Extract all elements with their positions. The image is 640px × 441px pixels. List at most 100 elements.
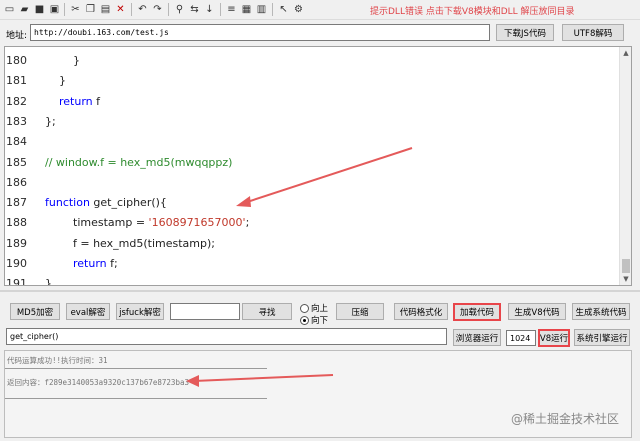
save-all-icon[interactable]: ▣ [47,2,62,17]
undo-icon[interactable]: ↶ [135,2,150,17]
code-line[interactable]: 181} [5,71,615,91]
eval-decrypt-button[interactable]: eval解密 [66,303,110,320]
code-text: } [73,51,80,71]
dll-hint-text[interactable]: 提示DLL错误 点击下载V8模块和DLL 解压放同目录 [370,4,575,17]
code-text: // window.f = hex_md5(mwqqppz) [45,153,232,173]
open-folder-icon[interactable]: ▰ [17,2,32,17]
number-input[interactable]: 1024 [506,330,536,346]
find-replace-icon[interactable]: ⇆ [187,2,202,17]
paste-icon[interactable]: ▤ [98,2,113,17]
code-text: f = hex_md5(timestamp); [73,234,215,254]
scroll-down-icon[interactable]: ▼ [620,273,631,285]
settings-icon[interactable]: ⚙ [291,2,306,17]
toolbar: ▭ ▰ ■ ▣ ✂ ❐ ▤ ✕ ↶ ↷ ⚲ ⇆ ↓ ≡ ▦ ▥ ↖ ⚙ 提示DL… [0,0,640,20]
line-number: 187 [6,196,27,210]
goto-icon[interactable]: ↓ [202,2,217,17]
browser-run-button[interactable]: 浏览器运行 [453,329,501,346]
code-line[interactable]: 190 return f; [5,254,615,274]
generate-system-code-button[interactable]: 生成系统代码 [572,303,630,320]
generate-v8-code-button[interactable]: 生成V8代码 [508,303,566,320]
help-cursor-icon[interactable]: ↖ [276,2,291,17]
code-text: function get_cipher(){ [45,193,167,213]
jsfuck-decrypt-button[interactable]: jsfuck解密 [116,303,164,320]
copy-icon[interactable]: ❐ [83,2,98,17]
find-button[interactable]: 寻找 [242,303,292,320]
splitter[interactable] [0,290,640,292]
format-code-button[interactable]: 代码格式化 [394,303,448,320]
code-string: '1608971657000' [148,216,246,230]
code-line[interactable]: 182 return f [5,92,615,112]
vertical-scrollbar[interactable]: ▲ ▼ [619,47,631,285]
address-input[interactable]: http://doubi.163.com/test.js [30,24,490,41]
code-keyword: function [45,196,90,210]
code-line[interactable]: 186 [5,173,615,193]
download-js-button[interactable]: 下载JS代码 [496,24,554,41]
redo-icon[interactable]: ↷ [150,2,165,17]
code-line[interactable]: 183}; [5,112,615,132]
code-token: get_cipher(){ [89,196,167,210]
line-number: 185 [6,155,27,169]
line-number: 182 [6,94,27,108]
function-call-input[interactable]: get_cipher() [6,328,447,345]
utf8-decode-button[interactable]: UTF8解码 [562,24,624,41]
search-input[interactable] [170,303,240,320]
scroll-up-icon[interactable]: ▲ [620,47,631,59]
output-result-value: f289e3140053a9320c137b67e8723ba3 [44,378,190,387]
v8-run-button[interactable]: V8运行 [538,329,570,347]
line-number: 186 [6,175,27,189]
radio-up[interactable]: 向上 [300,302,328,314]
code-line[interactable]: 180} [5,51,615,71]
line-number: 181 [6,74,27,88]
toolbar-separator [168,3,169,16]
code-line[interactable]: 187 function get_cipher(){ [5,193,615,213]
output-result-line: 返回内容：f289e3140053a9320c137b67e8723ba3 [7,377,189,388]
toolbar-separator [64,3,65,16]
line-number: 188 [6,216,27,230]
code-token: timestamp = [73,216,149,230]
radio-down-label: 向下 [311,316,329,326]
code-text: return f; [73,254,118,274]
line-number: 183 [6,114,27,128]
code-text: }; [45,112,56,132]
code-line[interactable]: 185 // window.f = hex_md5(mwqqppz) [5,153,615,173]
output-divider [5,368,267,369]
watermark: @稀土掘金技术社区 [510,412,619,426]
code-token: } [45,277,52,286]
find-icon[interactable]: ⚲ [172,2,187,17]
radio-up-label: 向上 [311,304,329,314]
save-icon[interactable]: ■ [32,2,47,17]
delete-icon[interactable]: ✕ [113,2,128,17]
toolbar-separator [131,3,132,16]
line-number: 180 [6,54,27,67]
code-keyword: return [73,257,107,270]
code-comment: // window.f = hex_md5(mwqqppz) [45,155,233,169]
code-text: timestamp = '1608971657000'; [73,213,249,233]
code-editor[interactable]: 180} 181} 182 return f 183}; 184 185// window.… [4,46,632,286]
compress-button[interactable]: 压缩 [336,303,384,320]
code-line[interactable]: 191} [5,274,615,286]
system-engine-run-button[interactable]: 系统引擎运行 [574,329,630,346]
tools-icon[interactable]: ▥ [254,2,269,17]
radio-down[interactable]: 向下 [300,314,328,326]
scrollbar-thumb[interactable] [622,259,630,273]
code-text: return f [59,92,100,112]
align-icon[interactable]: ≡ [224,2,239,17]
output-panel[interactable]: 代码运算成功!!执行时间：31 返回内容：f289e3140053a9320c1… [4,350,632,438]
code-text: } [45,274,52,286]
code-token: } [73,54,80,67]
code-token: f = hex_md5(timestamp); [73,236,215,250]
code-line[interactable]: 184 [5,132,615,152]
line-number: 189 [6,236,27,250]
radio-up-circle[interactable] [300,303,309,313]
new-file-icon[interactable]: ▭ [2,2,17,17]
cut-icon[interactable]: ✂ [68,2,83,17]
load-code-button[interactable]: 加载代码 [453,303,501,321]
code-line[interactable]: 189 f = hex_md5(timestamp); [5,234,615,254]
address-label: 地址: [6,31,28,41]
toolbar-separator [220,3,221,16]
code-token: f; [106,257,118,270]
code-line[interactable]: 188 timestamp = '1608971657000'; [5,213,615,233]
radio-down-circle[interactable] [300,315,309,325]
select-all-icon[interactable]: ▦ [239,2,254,17]
md5-encrypt-button[interactable]: MD5加密 [10,303,60,320]
